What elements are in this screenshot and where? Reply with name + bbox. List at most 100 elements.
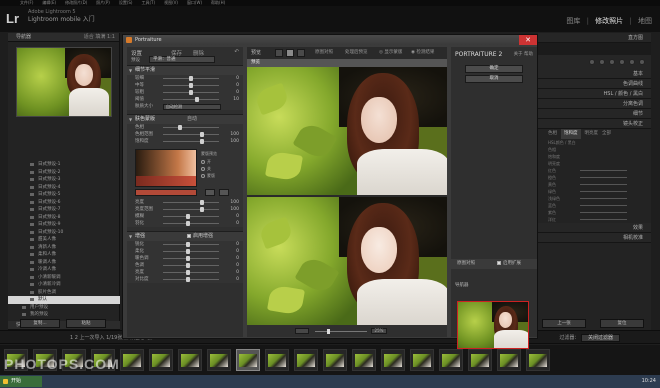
skin-size-dropdown[interactable]: 自动检测 — [163, 104, 221, 110]
preset-item[interactable]: 冷调人像 — [8, 266, 120, 274]
preset-item[interactable]: 日式预设-3 — [8, 176, 120, 184]
smoothing-header[interactable]: 细节平滑 — [127, 66, 243, 75]
filmstrip-thumbnail[interactable] — [178, 349, 202, 371]
preset-folder[interactable]: 我的预设 — [8, 311, 120, 319]
enhance-header[interactable]: 增强 启用增强 — [127, 232, 243, 241]
menu-item[interactable]: 视图(V) — [164, 0, 178, 5]
enhance-slider-track[interactable] — [163, 251, 219, 252]
menu-item[interactable]: 窗口(W) — [187, 0, 202, 5]
mask-slider-knob[interactable] — [177, 125, 182, 130]
enhance-slider-knob[interactable] — [186, 256, 191, 261]
module-map[interactable]: 地图 — [638, 17, 652, 25]
menu-item[interactable]: 帮助(H) — [211, 0, 225, 5]
preset-folder[interactable]: 用户预设 — [8, 304, 120, 312]
smoothing-slider-knob[interactable] — [189, 76, 193, 81]
menu-item[interactable]: 照片(P) — [96, 0, 110, 5]
zoom-slider-knob[interactable] — [327, 329, 330, 334]
preset-item[interactable]: 胶片色调 — [8, 289, 120, 297]
preview-before[interactable] — [247, 67, 447, 195]
spot-removal-icon[interactable] — [599, 59, 605, 65]
histogram-header[interactable]: 直方图 — [538, 33, 651, 43]
mask-option-on[interactable]: 开 — [201, 159, 211, 165]
filmstrip-thumbnail[interactable] — [497, 349, 521, 371]
panel-section-header[interactable]: 基本 — [538, 69, 651, 79]
hsl-slider[interactable]: 蓝色 — [538, 202, 651, 209]
panel-section-header[interactable]: 镜头校正 — [538, 119, 651, 129]
mask-slider-knob[interactable] — [200, 139, 205, 144]
portraiture-titlebar[interactable]: Portraiture ✕ — [123, 35, 537, 45]
preset-dropdown[interactable]: 平滑：普通 — [149, 56, 215, 63]
filmstrip-thumbnail[interactable] — [323, 349, 347, 371]
filmstrip-thumbnail[interactable] — [294, 349, 318, 371]
preset-item[interactable]: 日式预设-2 — [8, 169, 120, 177]
start-button[interactable]: 开始 — [0, 376, 42, 387]
enhance-slider-track[interactable] — [163, 279, 219, 280]
navigator-zoom-options[interactable]: 适合 填满 1:1 — [84, 33, 115, 42]
mask-extra-slider-knob[interactable] — [186, 214, 191, 219]
smoothing-slider-knob[interactable] — [189, 83, 193, 88]
panel-section-header[interactable]: 分离色调 — [538, 99, 651, 109]
enhance-slider-knob[interactable] — [186, 270, 191, 275]
menu-item[interactable]: 修改照片(D) — [65, 0, 87, 5]
preset-item[interactable]: 柔和人像 — [8, 251, 120, 259]
preset-item[interactable]: 日式预设-6 — [8, 199, 120, 207]
mask-extra-slider-track[interactable] — [163, 223, 219, 224]
filmstrip-thumbnail[interactable] — [468, 349, 492, 371]
menu-item[interactable]: 编辑(E) — [42, 0, 56, 5]
enhance-slider-knob[interactable] — [186, 263, 191, 268]
hsl-slider[interactable]: 紫色 — [538, 209, 651, 216]
smoothing-slider-track[interactable] — [163, 99, 219, 100]
module-library[interactable]: 图库 — [566, 17, 580, 25]
navigator-header[interactable]: 导航器 适合 填满 1:1 — [8, 33, 119, 42]
panel-section-header[interactable]: 细节 — [538, 109, 651, 119]
mask-extra-slider-knob[interactable] — [200, 207, 205, 212]
preset-item[interactable]: 日式预设-7 — [8, 206, 120, 214]
radial-filter-icon[interactable] — [629, 59, 635, 65]
panel-section-header[interactable]: 相机校准 — [538, 233, 651, 243]
preview-tab[interactable]: 预览 — [247, 59, 447, 67]
enhance-slider-knob[interactable] — [186, 277, 191, 282]
mask-option-off[interactable]: 关 — [201, 166, 211, 172]
extend-toggle[interactable]: 启用扩展 — [497, 259, 521, 269]
filmstrip-thumbnail[interactable] — [526, 349, 550, 371]
adjustment-brush-icon[interactable] — [639, 59, 645, 65]
preset-item[interactable]: 日式预设-5 — [8, 191, 120, 199]
portraiture-navigator[interactable] — [457, 301, 529, 349]
paste-button[interactable]: 粘贴 — [66, 319, 106, 328]
mask-extra-slider-track[interactable] — [163, 202, 219, 203]
preset-item[interactable]: 甜美人像 — [8, 236, 120, 244]
preset-item[interactable]: 日式预设-10 — [8, 229, 120, 237]
ok-button[interactable]: 确定 — [465, 65, 523, 73]
preset-item[interactable]: 暖调人像 — [8, 259, 120, 267]
preset-item[interactable]: 日式预设-4 — [8, 184, 120, 192]
filter-dropdown[interactable]: 关闭过滤器 — [580, 334, 620, 342]
help-about[interactable]: 关于 帮助 — [514, 51, 533, 57]
cancel-button[interactable]: 取消 — [465, 75, 523, 83]
enhance-slider-knob[interactable] — [186, 242, 191, 247]
navigator-preview[interactable] — [16, 47, 112, 117]
enhance-slider-knob[interactable] — [186, 249, 191, 254]
hsl-slider[interactable]: 红色 — [538, 167, 651, 174]
hsl-slider[interactable]: 黄色 — [538, 181, 651, 188]
mask-extra-slider-knob[interactable] — [186, 221, 191, 226]
smoothing-slider-knob[interactable] — [194, 97, 199, 102]
graduated-filter-icon[interactable] — [619, 59, 625, 65]
hsl-slider[interactable]: 橙色 — [538, 174, 651, 181]
split-view-icon[interactable] — [286, 49, 294, 57]
crop-tool-icon[interactable] — [589, 59, 595, 65]
preview-after[interactable] — [247, 197, 447, 325]
skin-mask-header[interactable]: 肤色蒙版 自动 — [127, 115, 243, 124]
preset-item[interactable]: 日式预设-8 — [8, 214, 120, 222]
close-icon[interactable]: ✕ — [519, 35, 537, 45]
mask-extra-slider-knob[interactable] — [200, 200, 205, 205]
filmstrip-thumbnail[interactable] — [381, 349, 405, 371]
menu-item[interactable]: 工具(T) — [142, 0, 156, 5]
hsl-tab[interactable]: 色相 — [548, 129, 557, 139]
menu-item[interactable]: 文件(F) — [20, 0, 33, 5]
hsl-slider[interactable]: 洋红 — [538, 216, 651, 223]
filmstrip-thumbnail[interactable] — [149, 349, 173, 371]
hsl-tab[interactable]: 明亮度 — [585, 129, 599, 139]
filmstrip-thumbnail[interactable] — [236, 349, 260, 371]
mask-slider-knob[interactable] — [200, 132, 205, 137]
hsl-tab[interactable]: 全部 — [602, 129, 611, 139]
